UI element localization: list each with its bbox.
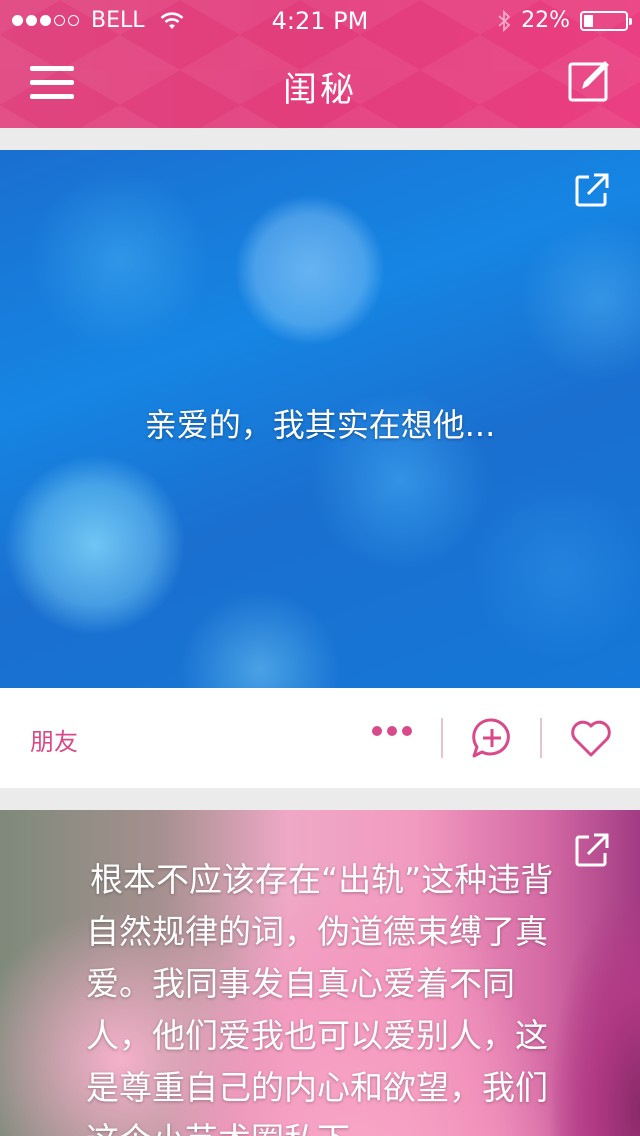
footer-divider (540, 718, 542, 758)
bluetooth-icon (498, 9, 511, 32)
post-background-image[interactable]: 根本不应该存在“出轨”这种违背自然规律的词，伪道德束缚了真爱。我同事发自真心爱着… (0, 810, 640, 1136)
share-external-icon[interactable] (574, 172, 610, 208)
battery-icon (580, 10, 632, 31)
status-bar: BELL 4:21 PM 22% (0, 0, 640, 40)
compose-icon[interactable] (568, 60, 610, 102)
page-title: 闺秘 (283, 70, 357, 110)
battery-percent: 22% (521, 8, 570, 33)
share-external-icon[interactable] (574, 832, 610, 868)
heart-icon[interactable] (570, 718, 612, 758)
post-tag: 朋友 (30, 728, 78, 756)
post-card[interactable]: 亲爱的，我其实在想他... 朋友 (0, 150, 640, 788)
post-text: 亲爱的，我其实在想他... (144, 406, 496, 444)
hamburger-menu-icon[interactable] (30, 66, 74, 100)
post-footer: 朋友 (0, 688, 640, 788)
nav-bar: 闺秘 (0, 40, 640, 128)
more-dots-icon[interactable] (372, 726, 412, 736)
post-background-image[interactable]: 亲爱的，我其实在想他... (0, 150, 640, 688)
comment-plus-icon[interactable] (470, 716, 514, 760)
app-header: BELL 4:21 PM 22% 闺秘 (0, 0, 640, 128)
status-right: 22% (497, 8, 632, 33)
post-card[interactable]: 根本不应该存在“出轨”这种违背自然规律的词，伪道德束缚了真爱。我同事发自真心爱着… (0, 810, 640, 1136)
post-text: 根本不应该存在“出轨”这种违背自然规律的词，伪道德束缚了真爱。我同事发自真心爱着… (86, 860, 554, 1136)
battery-fill (584, 14, 593, 27)
footer-divider (441, 718, 443, 758)
